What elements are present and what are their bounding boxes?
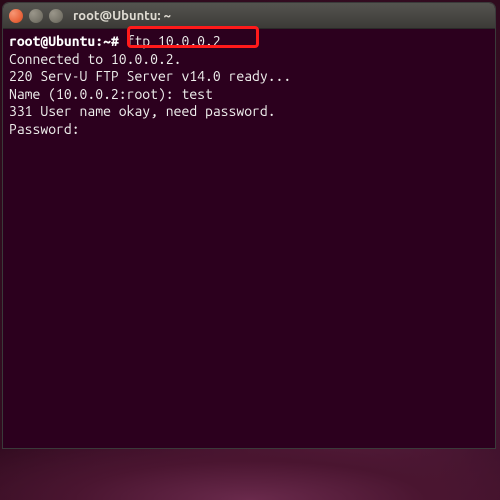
prompt-line: root@Ubuntu:~# ftp 10.0.0.2	[9, 33, 489, 51]
close-icon[interactable]	[9, 9, 23, 23]
maximize-icon[interactable]	[49, 9, 63, 23]
desktop-background	[0, 445, 500, 500]
window-title: root@Ubuntu: ~	[73, 9, 171, 23]
output-line: Name (10.0.0.2:root): test	[9, 86, 489, 104]
titlebar[interactable]: root@Ubuntu: ~	[3, 3, 495, 29]
prompt-separator: :	[95, 33, 103, 49]
name-prompt-label: Name (10.0.0.2:root):	[9, 86, 181, 102]
prompt-path: ~	[103, 33, 111, 49]
output-line: Connected to 10.0.0.2.	[9, 51, 489, 69]
name-prompt-input: test	[181, 86, 212, 102]
output-line: 220 Serv-U FTP Server v14.0 ready...	[9, 68, 489, 86]
command-text: ftp 10.0.0.2	[127, 33, 221, 49]
output-line: Password:	[9, 121, 489, 139]
window-controls	[9, 9, 63, 23]
prompt-user-host: root@Ubuntu	[9, 33, 95, 49]
prompt-symbol: #	[111, 33, 119, 49]
terminal-window: root@Ubuntu: ~ root@Ubuntu:~# ftp 10.0.0…	[2, 2, 496, 449]
output-line: 331 User name okay, need password.	[9, 103, 489, 121]
terminal-output[interactable]: root@Ubuntu:~# ftp 10.0.0.2Connected to …	[3, 29, 495, 448]
minimize-icon[interactable]	[29, 9, 43, 23]
